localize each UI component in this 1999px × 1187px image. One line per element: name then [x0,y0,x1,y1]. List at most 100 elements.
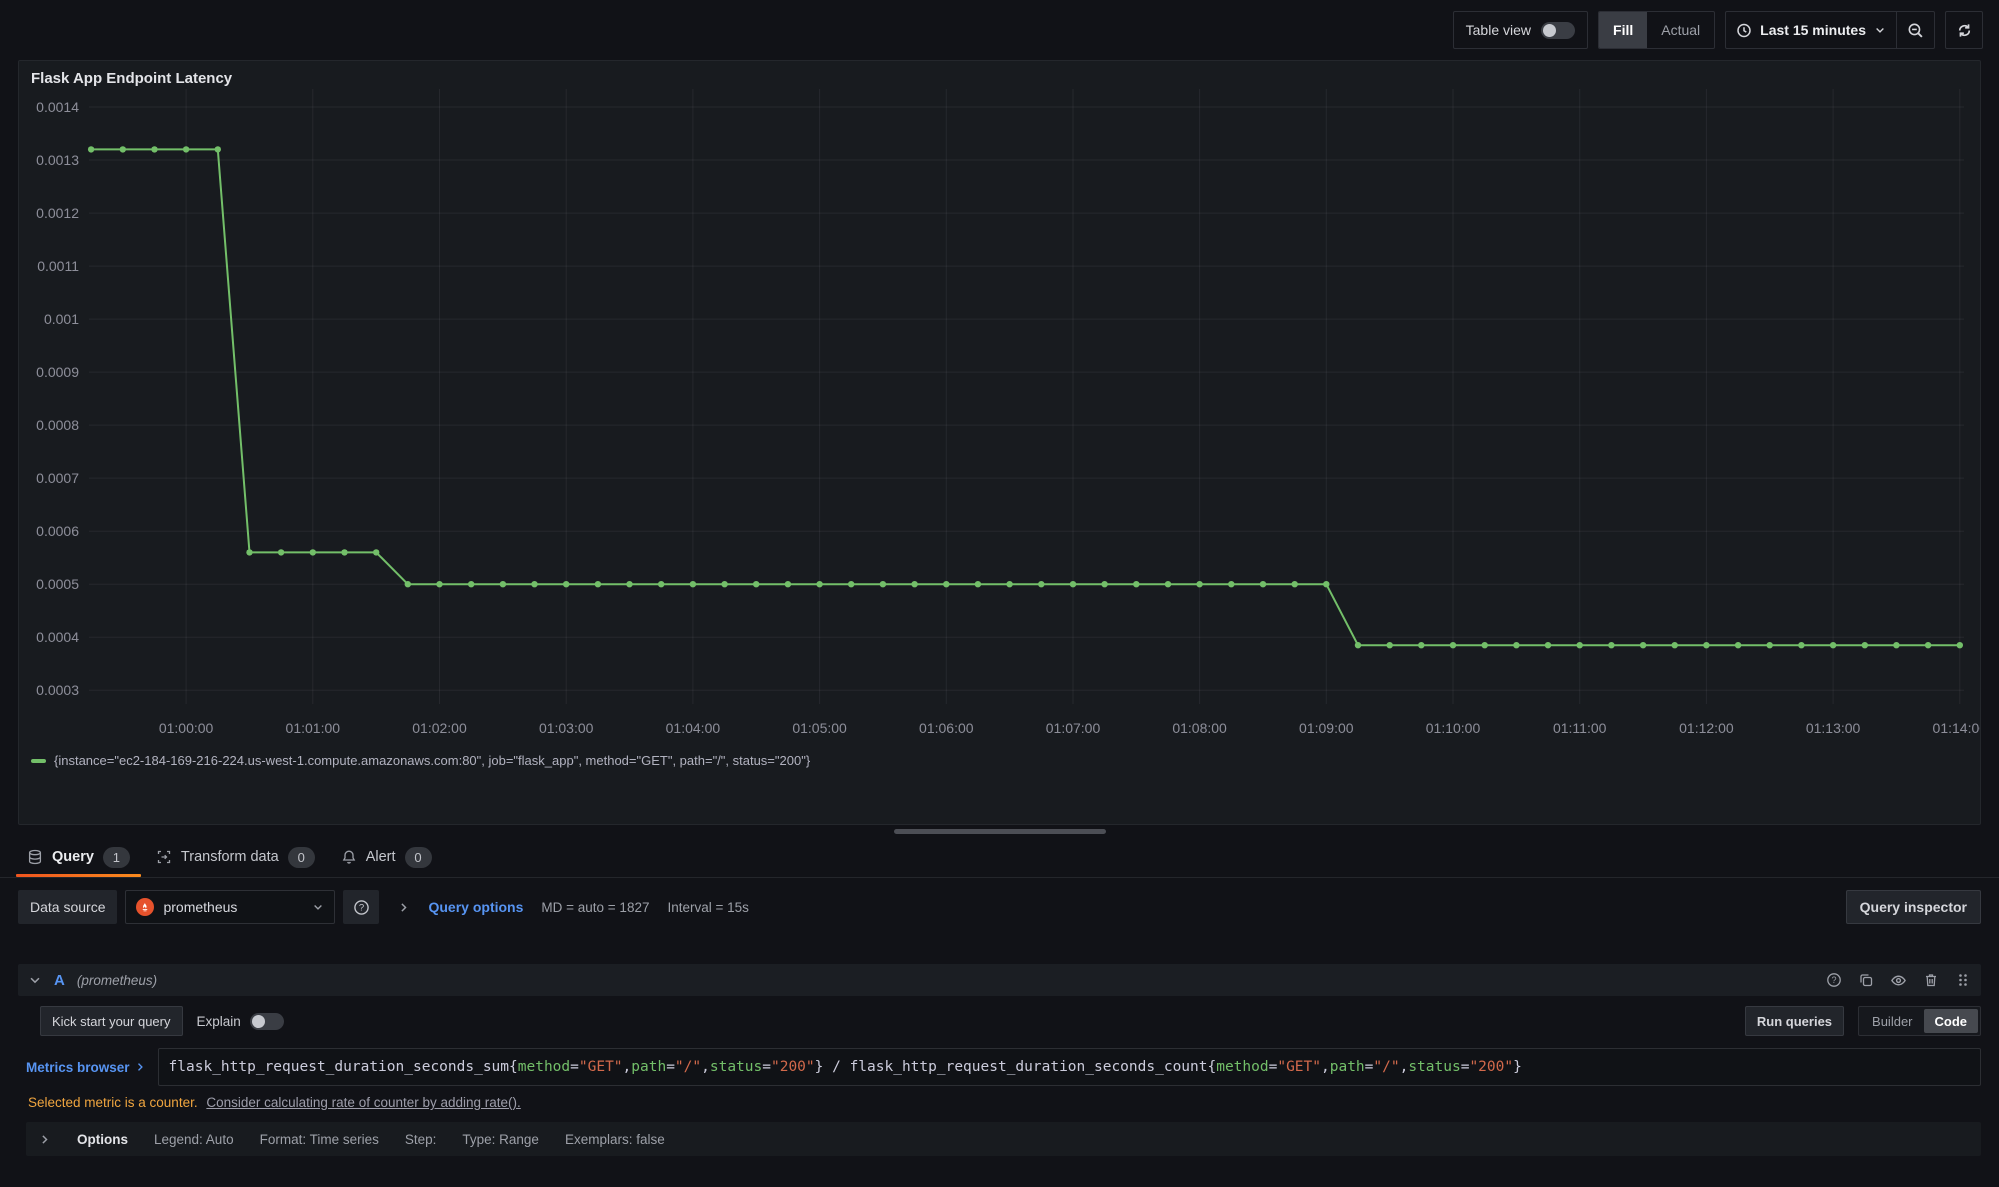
trash-icon [1923,972,1939,988]
zoom-out-button[interactable] [1896,12,1934,48]
fill-option[interactable]: Fill [1599,12,1647,48]
svg-text:0.0006: 0.0006 [36,523,79,539]
eye-icon [1890,972,1907,989]
panel-editor-toolbar: Table view Fill Actual Last 15 minutes [0,0,1999,60]
time-controls: Last 15 minutes [1725,11,1935,49]
svg-text:0.0009: 0.0009 [36,364,79,380]
svg-text:0.0014: 0.0014 [36,99,79,115]
help-icon: ? [353,899,370,916]
svg-text:0.0005: 0.0005 [36,576,79,592]
time-range-picker[interactable]: Last 15 minutes [1726,12,1896,48]
promql-query-input[interactable]: flask_http_request_duration_seconds_sum{… [158,1048,1981,1086]
chevron-down-icon [312,901,324,913]
fill-actual-switch: Fill Actual [1598,11,1715,49]
query-row-header[interactable]: A (prometheus) ? [18,964,1981,996]
query-datasource-hint: (prometheus) [77,973,157,988]
tab-label: Transform data [181,849,279,865]
explain-control: Explain [197,1013,284,1030]
toggle-visibility-button[interactable] [1890,972,1907,989]
query-row-actions: ? [1826,972,1971,989]
option-type: Type: Range [462,1132,539,1147]
legend-series-label[interactable]: {instance="ec2-184-169-216-224.us-west-1… [54,753,810,768]
warning-text: Selected metric is a counter. [28,1095,198,1110]
svg-text:01:14:00: 01:14:00 [1933,720,1980,736]
duplicate-icon [1858,972,1874,988]
svg-text:01:03:00: 01:03:00 [539,720,594,736]
add-rate-hint-link[interactable]: Consider calculating rate of counter by … [206,1095,520,1110]
zoom-out-icon [1907,22,1924,39]
max-datapoints-text: MD = auto = 1827 [541,900,649,915]
table-view-toggle[interactable] [1541,22,1575,39]
query-ref-id[interactable]: A [54,972,65,989]
option-format: Format: Time series [260,1132,379,1147]
tab-query[interactable]: Query 1 [14,837,143,877]
query-options-summary: Query options MD = auto = 1827 Interval … [397,899,748,915]
query-editor-body: Kick start your query Explain Run querie… [0,996,1999,1156]
kick-start-query-button[interactable]: Kick start your query [40,1006,183,1036]
toggle-knob [252,1015,265,1028]
alert-count-badge: 0 [405,847,432,868]
panel-resize-area [0,825,1999,837]
drag-query-handle[interactable] [1955,972,1971,988]
datasource-label: Data source [18,890,117,924]
counter-warning: Selected metric is a counter. Consider c… [28,1095,1981,1110]
delete-query-button[interactable] [1923,972,1939,988]
svg-text:01:13:00: 01:13:00 [1806,720,1861,736]
refresh-button[interactable] [1945,11,1983,49]
svg-text:0.001: 0.001 [44,311,79,327]
help-icon: ? [1826,972,1842,988]
latency-line-chart[interactable]: 0.00140.00130.00120.00110.0010.00090.000… [19,89,1980,749]
builder-option[interactable]: Builder [1861,1009,1923,1033]
explain-toggle[interactable] [250,1013,284,1030]
option-legend: Legend: Auto [154,1132,234,1147]
datasource-row: Data source prometheus ? Query options M… [18,890,1981,924]
actual-option[interactable]: Actual [1647,12,1714,48]
interval-text: Interval = 15s [667,900,748,915]
chevron-right-icon[interactable] [38,1133,51,1146]
time-range-label: Last 15 minutes [1760,22,1866,38]
svg-text:01:12:00: 01:12:00 [1679,720,1734,736]
tab-transform-data[interactable]: Transform data 0 [143,837,328,877]
svg-text:01:06:00: 01:06:00 [919,720,974,736]
resize-drag-handle[interactable] [894,829,1106,834]
svg-text:01:07:00: 01:07:00 [1046,720,1101,736]
option-exemplars: Exemplars: false [565,1132,665,1147]
builder-code-switch: Builder Code [1858,1006,1981,1036]
tab-alert[interactable]: Alert 0 [328,837,445,877]
query-options-bar[interactable]: Options Legend: Auto Format: Time series… [26,1122,1981,1156]
tab-label: Alert [366,849,396,865]
query-options-link[interactable]: Query options [428,899,523,915]
svg-text:0.0008: 0.0008 [36,417,79,433]
metrics-browser-button[interactable]: Metrics browser [26,1060,146,1075]
datasource-selected-value: prometheus [163,899,303,915]
collapse-chevron-icon[interactable] [28,973,42,987]
svg-text:0.0007: 0.0007 [36,470,79,486]
query-help-button[interactable]: ? [1826,972,1842,988]
chart-legend: {instance="ec2-184-169-216-224.us-west-1… [19,749,1980,772]
metrics-browser-label: Metrics browser [26,1060,130,1075]
svg-text:0.0011: 0.0011 [37,258,79,274]
promql-editor-row: Metrics browser flask_http_request_durat… [26,1048,1981,1086]
bell-icon [341,849,357,865]
timeseries-panel: Flask App Endpoint Latency 0.00140.00130… [18,60,1981,825]
transform-count-badge: 0 [288,847,315,868]
legend-series-marker [31,759,46,763]
datasource-picker[interactable]: prometheus [125,890,335,924]
run-queries-button[interactable]: Run queries [1745,1006,1844,1036]
query-count-badge: 1 [103,847,130,868]
svg-text:01:02:00: 01:02:00 [412,720,467,736]
query-inspector-button[interactable]: Query inspector [1846,890,1981,924]
query-editor-toolbar: Kick start your query Explain Run querie… [40,1006,1981,1036]
chevron-right-icon [397,901,410,914]
grafana-panel-editor: Table view Fill Actual Last 15 minutes [0,0,1999,1187]
svg-text:?: ? [359,902,364,913]
svg-text:0.0003: 0.0003 [36,682,79,698]
datasource-help-button[interactable]: ? [343,890,379,924]
toggle-knob [1543,24,1556,37]
svg-text:01:08:00: 01:08:00 [1172,720,1227,736]
transform-icon [156,849,172,865]
duplicate-query-button[interactable] [1858,972,1874,988]
svg-text:01:11:00: 01:11:00 [1553,720,1607,736]
code-option[interactable]: Code [1924,1009,1979,1033]
options-label: Options [77,1132,128,1147]
